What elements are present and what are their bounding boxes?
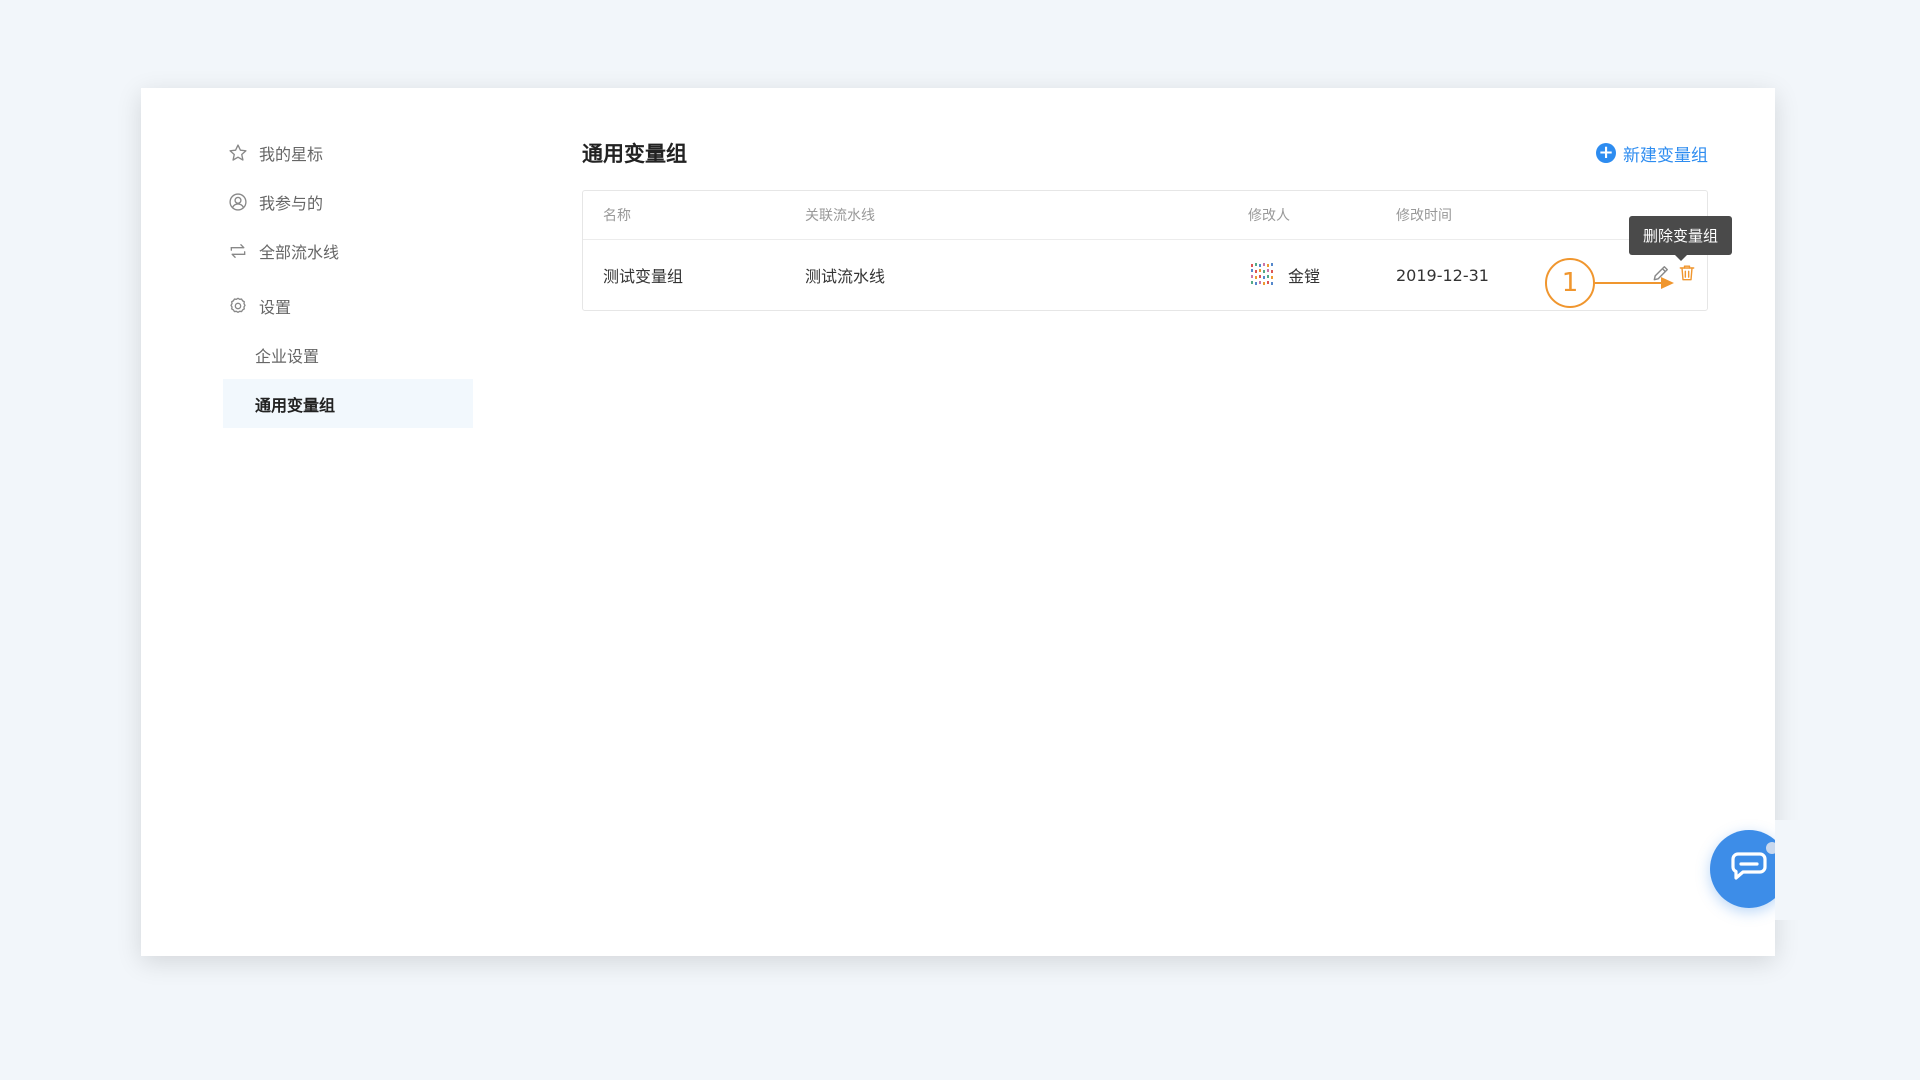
table-header: 名称 关联流水线 修改人 修改时间 [583, 191, 1707, 240]
row-time: 2019-12-31 [1396, 265, 1489, 285]
sidebar-item-settings[interactable]: 设置 [227, 281, 517, 330]
step-annotation-badge: 1 [1545, 258, 1595, 308]
table-row[interactable]: 测试变量组 测试流水线 金镗 2019-12-31 [583, 240, 1707, 310]
chat-bubble-icon [1730, 850, 1768, 888]
sidebar-subitem-label: 企业设置 [255, 346, 320, 366]
column-header-modifier: 修改人 [1248, 208, 1290, 224]
delete-tooltip: 删除变量组 [1629, 216, 1733, 261]
row-modifier: 金镗 [1248, 260, 1396, 290]
column-header-name: 名称 [603, 208, 631, 224]
sidebar-subitem-variable-groups[interactable]: 通用变量组 [223, 379, 473, 428]
modifier-name: 金镗 [1288, 267, 1321, 286]
row-pipeline[interactable]: 测试流水线 [805, 263, 1248, 287]
sidebar-subitem-label: 通用变量组 [255, 395, 336, 415]
sidebar-item-label: 我的星标 [259, 144, 324, 164]
page-background [1775, 820, 1920, 920]
annotation-arrow-icon [1595, 277, 1674, 289]
sidebar-item-label: 我参与的 [259, 193, 324, 213]
new-variable-group-button[interactable]: + 新建变量组 [1596, 141, 1708, 166]
swap-arrows-icon [227, 240, 249, 262]
sidebar: 我的星标 我参与的 全部流水线 设置 企业设置 通用变量组 [223, 128, 517, 428]
sidebar-item-label: 全部流水线 [259, 242, 340, 262]
sidebar-item-starred[interactable]: 我的星标 [227, 128, 517, 177]
plus-circle-icon: + [1596, 143, 1616, 163]
main-content: 通用变量组 + 新建变量组 名称 关联流水线 修改人 修改时间 测试变量组 测试… [582, 138, 1708, 311]
avatar [1248, 260, 1278, 290]
sidebar-item-label: 设置 [259, 297, 292, 317]
column-header-time: 修改时间 [1396, 208, 1452, 224]
gear-icon [227, 295, 249, 317]
variable-group-table: 名称 关联流水线 修改人 修改时间 测试变量组 测试流水线 金镗 2019-12… [582, 190, 1708, 311]
trash-icon[interactable] [1677, 263, 1697, 287]
sidebar-item-all-pipelines[interactable]: 全部流水线 [227, 226, 517, 275]
main-header: 通用变量组 + 新建变量组 [582, 138, 1708, 168]
user-circle-icon [227, 191, 249, 213]
sidebar-subitem-enterprise-settings[interactable]: 企业设置 [223, 330, 473, 379]
app-window: 我的星标 我参与的 全部流水线 设置 企业设置 通用变量组 通用变量组 + 新建… [141, 88, 1775, 956]
row-name[interactable]: 测试变量组 [583, 263, 805, 287]
new-button-label: 新建变量组 [1623, 145, 1708, 166]
column-header-pipeline: 关联流水线 [805, 208, 875, 224]
page-title: 通用变量组 [582, 142, 687, 166]
sidebar-item-participated[interactable]: 我参与的 [227, 177, 517, 226]
star-icon [227, 142, 249, 164]
